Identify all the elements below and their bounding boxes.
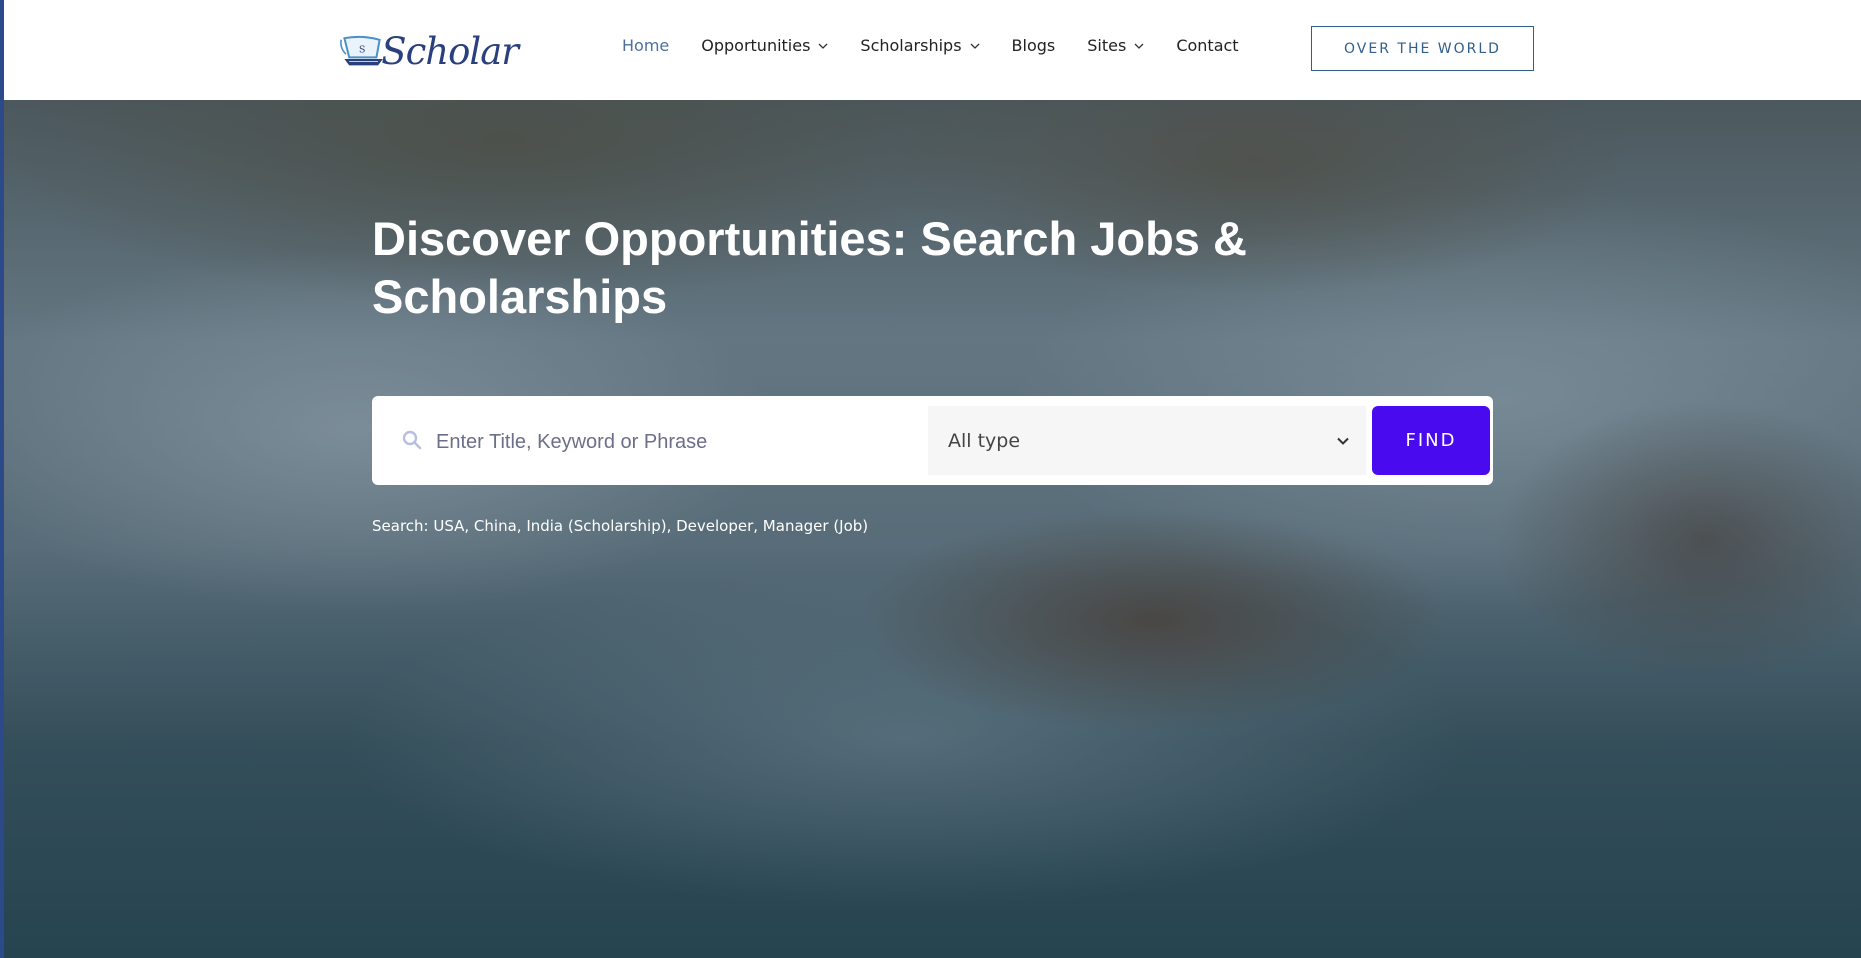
search-input[interactable] [434, 418, 918, 466]
site-logo[interactable]: S Scholar [338, 28, 519, 74]
nav-label: Sites [1087, 36, 1127, 55]
nav-label: Opportunities [701, 36, 811, 55]
nav-label: Scholarships [860, 36, 962, 55]
nav-item-scholarships[interactable]: Scholarships [860, 36, 980, 55]
over-the-world-button[interactable]: OVER THE WORLD [1311, 26, 1534, 71]
site-header: S Scholar Home Opportunities Scholarship… [4, 0, 1861, 100]
find-button[interactable]: FIND [1372, 406, 1490, 475]
chevron-down-icon [818, 43, 828, 49]
search-hints: Search: USA, China, India (Scholarship),… [372, 517, 869, 535]
chevron-down-icon [1337, 437, 1349, 445]
nav-label: Contact [1176, 36, 1239, 55]
svg-text:S: S [359, 45, 366, 56]
nav-label: Home [622, 36, 670, 55]
logo-text: Scholar [381, 29, 519, 73]
nav-label: Blogs [1011, 36, 1056, 55]
type-select-value: All type [948, 429, 1021, 452]
chevron-down-icon [970, 43, 980, 49]
main-nav: Home Opportunities Scholarships Blogs Si… [622, 36, 1271, 55]
hero-title: Discover Opportunities: Search Jobs & Sc… [372, 212, 1247, 323]
nav-item-sites[interactable]: Sites [1087, 36, 1144, 55]
nav-item-contact[interactable]: Contact [1176, 36, 1238, 55]
hero-section: Discover Opportunities: Search Jobs & Sc… [4, 100, 1861, 958]
nav-item-opportunities[interactable]: Opportunities [701, 36, 828, 55]
chevron-down-icon [1134, 43, 1144, 49]
nav-item-home[interactable]: Home [622, 36, 669, 55]
search-icon [402, 430, 422, 450]
search-box: All type FIND [372, 396, 1493, 485]
nav-item-blogs[interactable]: Blogs [1012, 36, 1056, 55]
type-select[interactable]: All type [928, 406, 1366, 475]
